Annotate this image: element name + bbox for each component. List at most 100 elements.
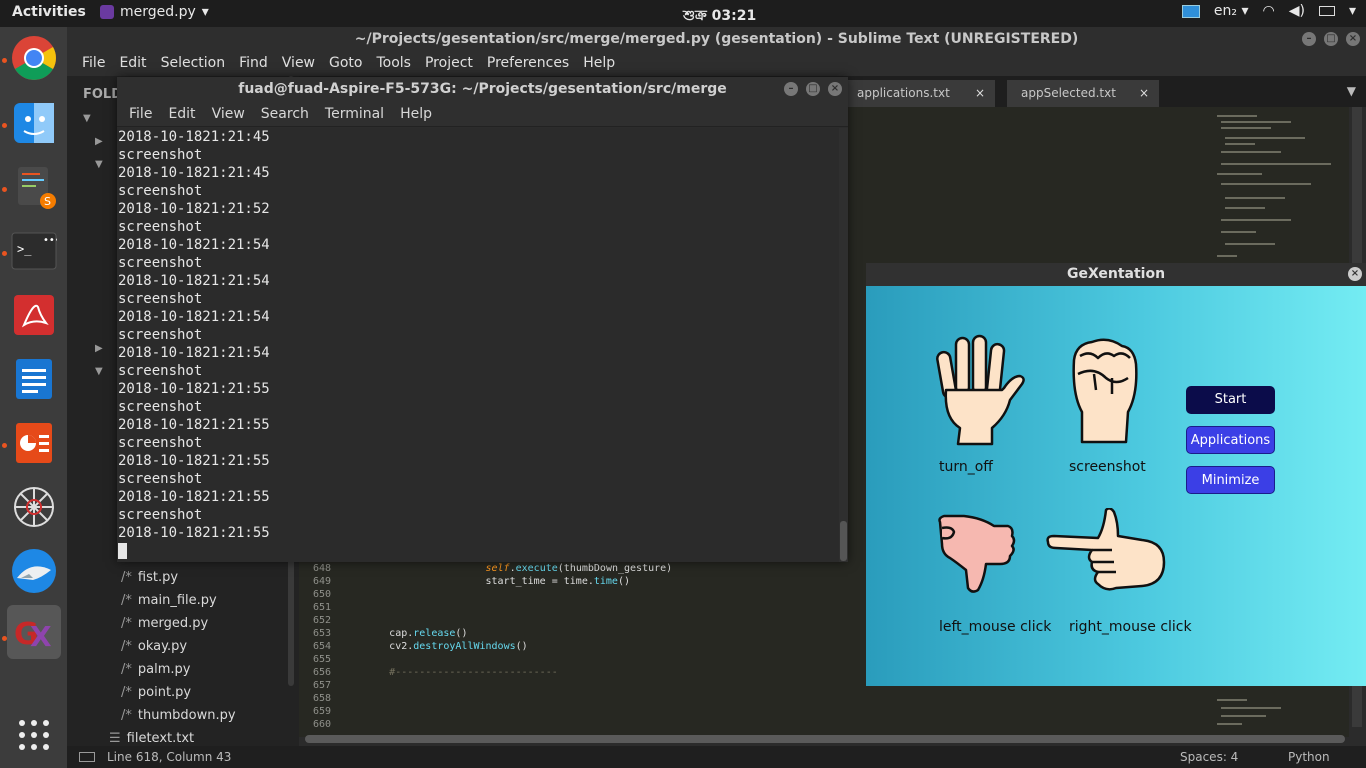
sublime-menu-bar: File Edit Selection Find View Goto Tools… bbox=[67, 52, 1366, 76]
terminal-line: 2018-10-1821:21:54 bbox=[118, 237, 270, 253]
gesture-label-left-click: left_mouse click bbox=[939, 619, 1052, 635]
menu-terminal[interactable]: Terminal bbox=[317, 102, 392, 126]
menu-goto[interactable]: Goto bbox=[322, 52, 369, 76]
chevron-down-icon[interactable]: ▾ bbox=[1349, 3, 1356, 19]
terminal-line: screenshot bbox=[118, 183, 203, 199]
sidebar-file[interactable]: ☰ filetext.txt bbox=[109, 731, 194, 746]
wireshark-icon[interactable] bbox=[7, 544, 61, 598]
code-token: (thumbDown_gesture) bbox=[557, 563, 673, 574]
menu-view[interactable]: View bbox=[204, 102, 253, 126]
gesture-label-right-click: right_mouse click bbox=[1069, 619, 1192, 635]
chevron-down-icon[interactable]: ▼ bbox=[95, 366, 103, 377]
menu-edit[interactable]: Edit bbox=[160, 102, 203, 126]
dock: S >_ ••• GX bbox=[0, 27, 67, 768]
terminal-output[interactable]: 2018-10-1821:21:45 screenshot 2018-10-1821… bbox=[117, 128, 839, 562]
battery-icon[interactable] bbox=[1318, 6, 1335, 16]
terminal-line: 2018-10-1821:21:54 bbox=[118, 345, 270, 361]
close-icon[interactable]: × bbox=[1348, 267, 1362, 281]
terminal-line: screenshot bbox=[118, 471, 203, 487]
gexentation-app-icon bbox=[100, 5, 114, 19]
line-number: 655 bbox=[312, 654, 331, 665]
maximize-icon[interactable]: □ bbox=[1324, 32, 1338, 46]
sidebar-file[interactable]: /* okay.py bbox=[121, 639, 187, 654]
panel-toggle-icon[interactable] bbox=[79, 752, 95, 762]
terminal-scrollbar[interactable] bbox=[839, 128, 848, 562]
chevron-right-icon[interactable]: ▶ bbox=[95, 343, 103, 354]
menu-find[interactable]: Find bbox=[232, 52, 275, 76]
minimize-icon[interactable]: – bbox=[1302, 32, 1316, 46]
gesture-label-screenshot: screenshot bbox=[1069, 459, 1146, 475]
activities-button[interactable]: Activities bbox=[12, 4, 86, 20]
menu-file[interactable]: File bbox=[75, 52, 112, 76]
menu-view[interactable]: View bbox=[275, 52, 322, 76]
menu-help[interactable]: Help bbox=[392, 102, 440, 126]
code-token: cap. bbox=[389, 628, 414, 639]
minimize-icon[interactable]: – bbox=[784, 82, 798, 96]
wifi-icon[interactable]: ◠ bbox=[1263, 3, 1275, 19]
minimize-button[interactable]: Minimize bbox=[1186, 466, 1275, 494]
scrollbar-thumb[interactable] bbox=[840, 521, 847, 561]
sublime-text-icon[interactable]: S bbox=[7, 160, 61, 214]
sidebar-file[interactable]: /* thumbdown.py bbox=[121, 708, 236, 723]
tab-list-icon[interactable]: ▼ bbox=[1347, 84, 1356, 98]
tab-appselected[interactable]: appSelected.txt × bbox=[1007, 80, 1159, 107]
indentation-setting[interactable]: Spaces: 4 bbox=[1180, 746, 1238, 768]
terminal-icon[interactable]: >_ ••• bbox=[7, 224, 61, 278]
sidebar-file[interactable]: /* fist.py bbox=[121, 570, 178, 585]
code-line: 659 bbox=[299, 705, 1199, 718]
close-icon[interactable]: × bbox=[1139, 80, 1149, 107]
gexentation-icon[interactable]: GX bbox=[7, 605, 61, 659]
menu-selection[interactable]: Selection bbox=[154, 52, 233, 76]
terminal-line: screenshot bbox=[118, 435, 203, 451]
pdf-reader-icon[interactable] bbox=[7, 288, 61, 342]
applications-button[interactable]: Applications bbox=[1186, 426, 1275, 454]
impress-icon[interactable] bbox=[7, 416, 61, 470]
terminal-line: screenshot bbox=[118, 327, 203, 343]
chevron-down-icon[interactable]: ▼ bbox=[83, 113, 91, 124]
chevron-down-icon[interactable]: ▼ bbox=[95, 159, 103, 170]
sublime-title-bar: ~/Projects/gesentation/src/merge/merged.… bbox=[67, 27, 1366, 52]
close-icon[interactable]: × bbox=[828, 82, 842, 96]
clock[interactable]: শুক্র 03:21 bbox=[683, 4, 756, 28]
terminal-line: screenshot bbox=[118, 399, 203, 415]
menu-project[interactable]: Project bbox=[418, 52, 480, 76]
menu-tools[interactable]: Tools bbox=[369, 52, 418, 76]
sidebar-file[interactable]: /* main_file.py bbox=[121, 593, 217, 608]
volume-icon[interactable]: ◀) bbox=[1289, 3, 1305, 19]
gexentation-title-bar: GeXentation × bbox=[866, 263, 1366, 286]
menu-edit[interactable]: Edit bbox=[112, 52, 153, 76]
line-number: 652 bbox=[312, 615, 331, 626]
monitor-icon[interactable] bbox=[1181, 4, 1200, 18]
menu-help[interactable]: Help bbox=[576, 52, 622, 76]
terminal-line: screenshot bbox=[118, 219, 203, 235]
editor-horizontal-scrollbar[interactable] bbox=[305, 735, 1345, 743]
sidebar-file[interactable]: /* point.py bbox=[121, 685, 191, 700]
cursor-position: Line 618, Column 43 bbox=[107, 750, 232, 764]
code-token: () bbox=[617, 576, 631, 587]
close-icon[interactable]: × bbox=[975, 80, 985, 107]
file-icon: /* bbox=[121, 708, 132, 723]
menu-search[interactable]: Search bbox=[253, 102, 317, 126]
tab-label: applications.txt bbox=[857, 86, 950, 100]
sidebar-file[interactable]: /* palm.py bbox=[121, 662, 190, 677]
menu-file[interactable]: File bbox=[121, 102, 160, 126]
menu-preferences[interactable]: Preferences bbox=[480, 52, 576, 76]
web-spider-icon[interactable] bbox=[7, 480, 61, 534]
start-button[interactable]: Start bbox=[1186, 386, 1275, 414]
writer-icon[interactable] bbox=[7, 352, 61, 406]
top-panel: Activities merged.py ▾ শুক্র 03:21 en₂ ▾… bbox=[0, 0, 1366, 27]
app-menu[interactable]: merged.py ▾ bbox=[100, 4, 209, 20]
line-number: 649 bbox=[312, 576, 331, 587]
close-icon[interactable]: × bbox=[1346, 32, 1360, 46]
app-menu-label: merged.py bbox=[120, 4, 196, 20]
show-applications-icon[interactable] bbox=[7, 708, 61, 762]
tab-applications[interactable]: applications.txt × bbox=[843, 80, 995, 107]
sidebar-file[interactable]: /* merged.py bbox=[121, 616, 208, 631]
chevron-right-icon[interactable]: ▶ bbox=[95, 136, 103, 147]
maximize-icon[interactable]: □ bbox=[806, 82, 820, 96]
chrome-icon[interactable] bbox=[7, 31, 61, 85]
keyboard-layout[interactable]: en₂ ▾ bbox=[1214, 3, 1249, 19]
syntax-setting[interactable]: Python bbox=[1288, 746, 1330, 768]
files-icon[interactable] bbox=[7, 96, 61, 150]
